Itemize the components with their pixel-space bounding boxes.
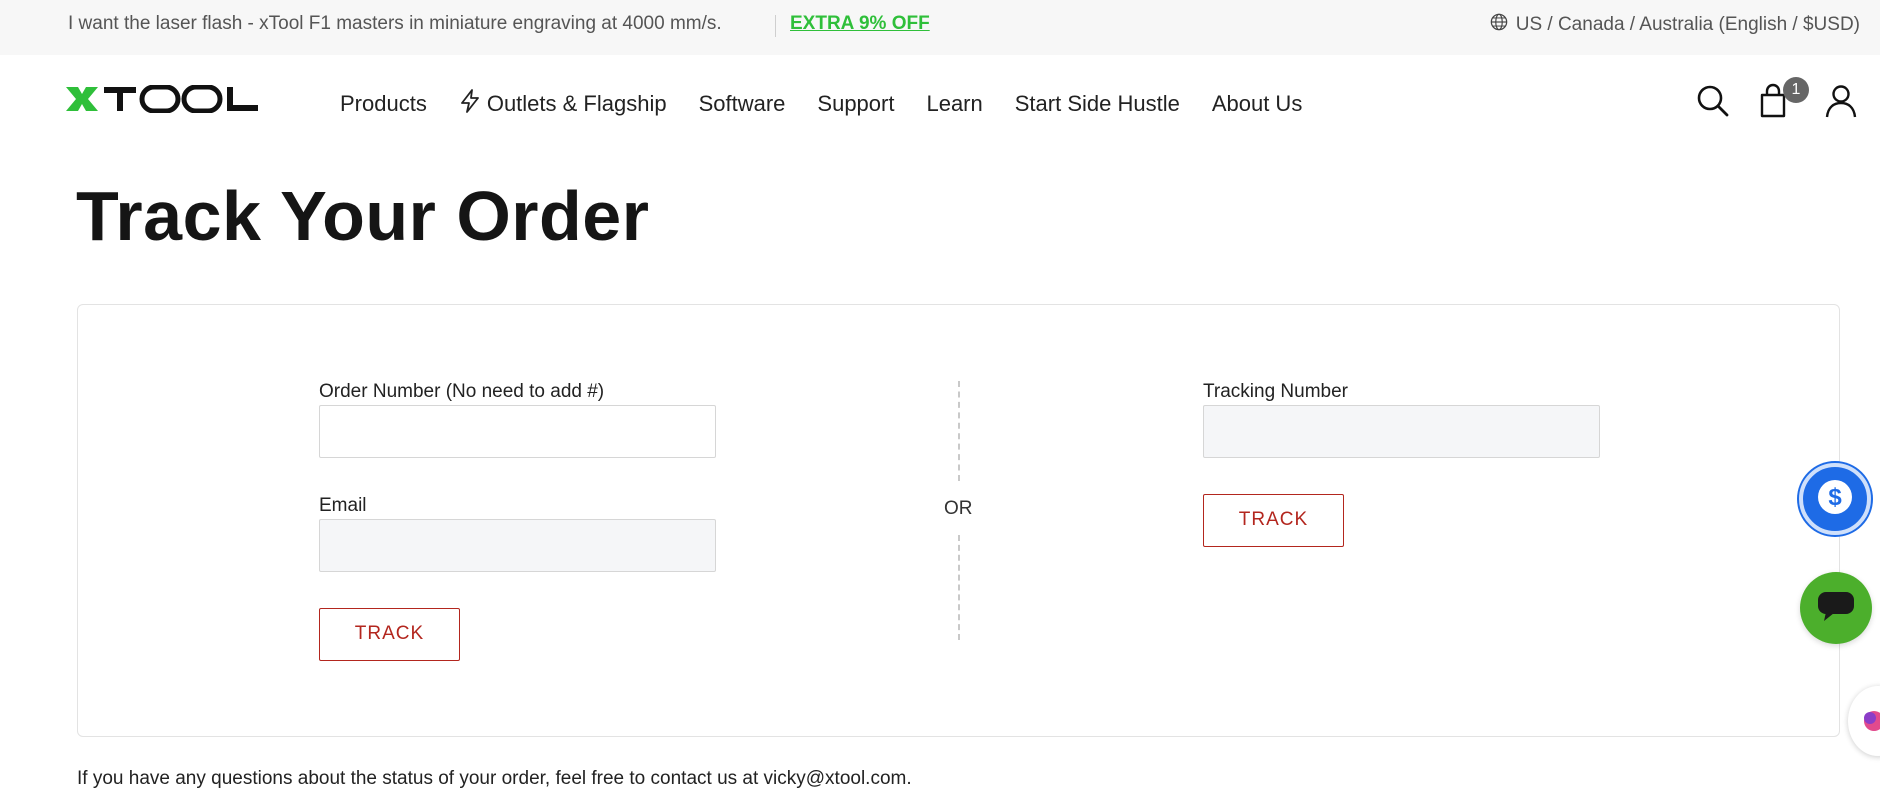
search-icon[interactable] xyxy=(1695,83,1731,119)
divider-top xyxy=(958,381,960,481)
page-title: Track Your Order xyxy=(76,177,650,255)
nav-side-hustle[interactable]: Start Side Hustle xyxy=(1015,89,1180,119)
cart-count-badge: 1 xyxy=(1783,77,1809,103)
chat-icon xyxy=(1816,588,1856,629)
announcement-message: I want the laser flash - xTool F1 master… xyxy=(68,13,722,34)
dollar-icon: $ xyxy=(1815,477,1855,522)
lightning-icon xyxy=(459,89,481,119)
nav-support-label: Support xyxy=(817,91,895,116)
order-number-input[interactable] xyxy=(319,405,716,458)
svg-text:$: $ xyxy=(1828,484,1842,511)
widget-launcher[interactable] xyxy=(1848,686,1880,756)
divider-bottom xyxy=(958,535,960,640)
track-order-button[interactable]: TRACK xyxy=(319,608,460,661)
announcement-divider xyxy=(775,15,776,37)
locale-selector[interactable]: US / Canada / Australia (English / $USD) xyxy=(1490,13,1860,37)
contact-note: If you have any questions about the stat… xyxy=(77,768,912,789)
email-input[interactable] xyxy=(319,519,716,572)
announcement-bar: I want the laser flash - xTool F1 master… xyxy=(0,0,1880,55)
promo-link[interactable]: EXTRA 9% OFF xyxy=(790,13,930,35)
main-nav: Products Outlets & Flagship Software Sup… xyxy=(340,89,1302,119)
rewards-button[interactable]: $ xyxy=(1799,463,1871,535)
nav-products-label: Products xyxy=(340,91,427,116)
tracking-number-label: Tracking Number xyxy=(1203,381,1349,402)
nav-learn-label: Learn xyxy=(926,91,983,116)
nav-learn[interactable]: Learn xyxy=(926,89,982,119)
or-text: OR xyxy=(944,498,973,519)
nav-about[interactable]: About Us xyxy=(1212,89,1303,119)
nav-software-label: Software xyxy=(698,91,786,116)
site-header: Products Outlets & Flagship Software Sup… xyxy=(0,55,1880,147)
globe-icon xyxy=(1490,13,1508,37)
nav-products[interactable]: Products xyxy=(340,89,427,119)
nav-outlets-label: Outlets & Flagship xyxy=(486,91,667,116)
nav-software[interactable]: Software xyxy=(699,89,786,119)
user-icon[interactable] xyxy=(1823,83,1859,119)
nav-about-label: About Us xyxy=(1211,91,1303,116)
order-number-label: Order Number (No need to add #) xyxy=(319,381,605,402)
email-label: Email xyxy=(319,495,367,516)
nav-side-hustle-label: Start Side Hustle xyxy=(1014,91,1180,116)
nav-outlets[interactable]: Outlets & Flagship xyxy=(459,89,667,119)
locale-label: US / Canada / Australia (English / $USD) xyxy=(1515,14,1860,35)
chat-button[interactable] xyxy=(1800,572,1872,644)
nav-support[interactable]: Support xyxy=(817,89,894,119)
track-tracking-button[interactable]: TRACK xyxy=(1203,494,1344,547)
tracking-number-input[interactable] xyxy=(1203,405,1600,458)
xtool-logo[interactable] xyxy=(64,84,260,114)
